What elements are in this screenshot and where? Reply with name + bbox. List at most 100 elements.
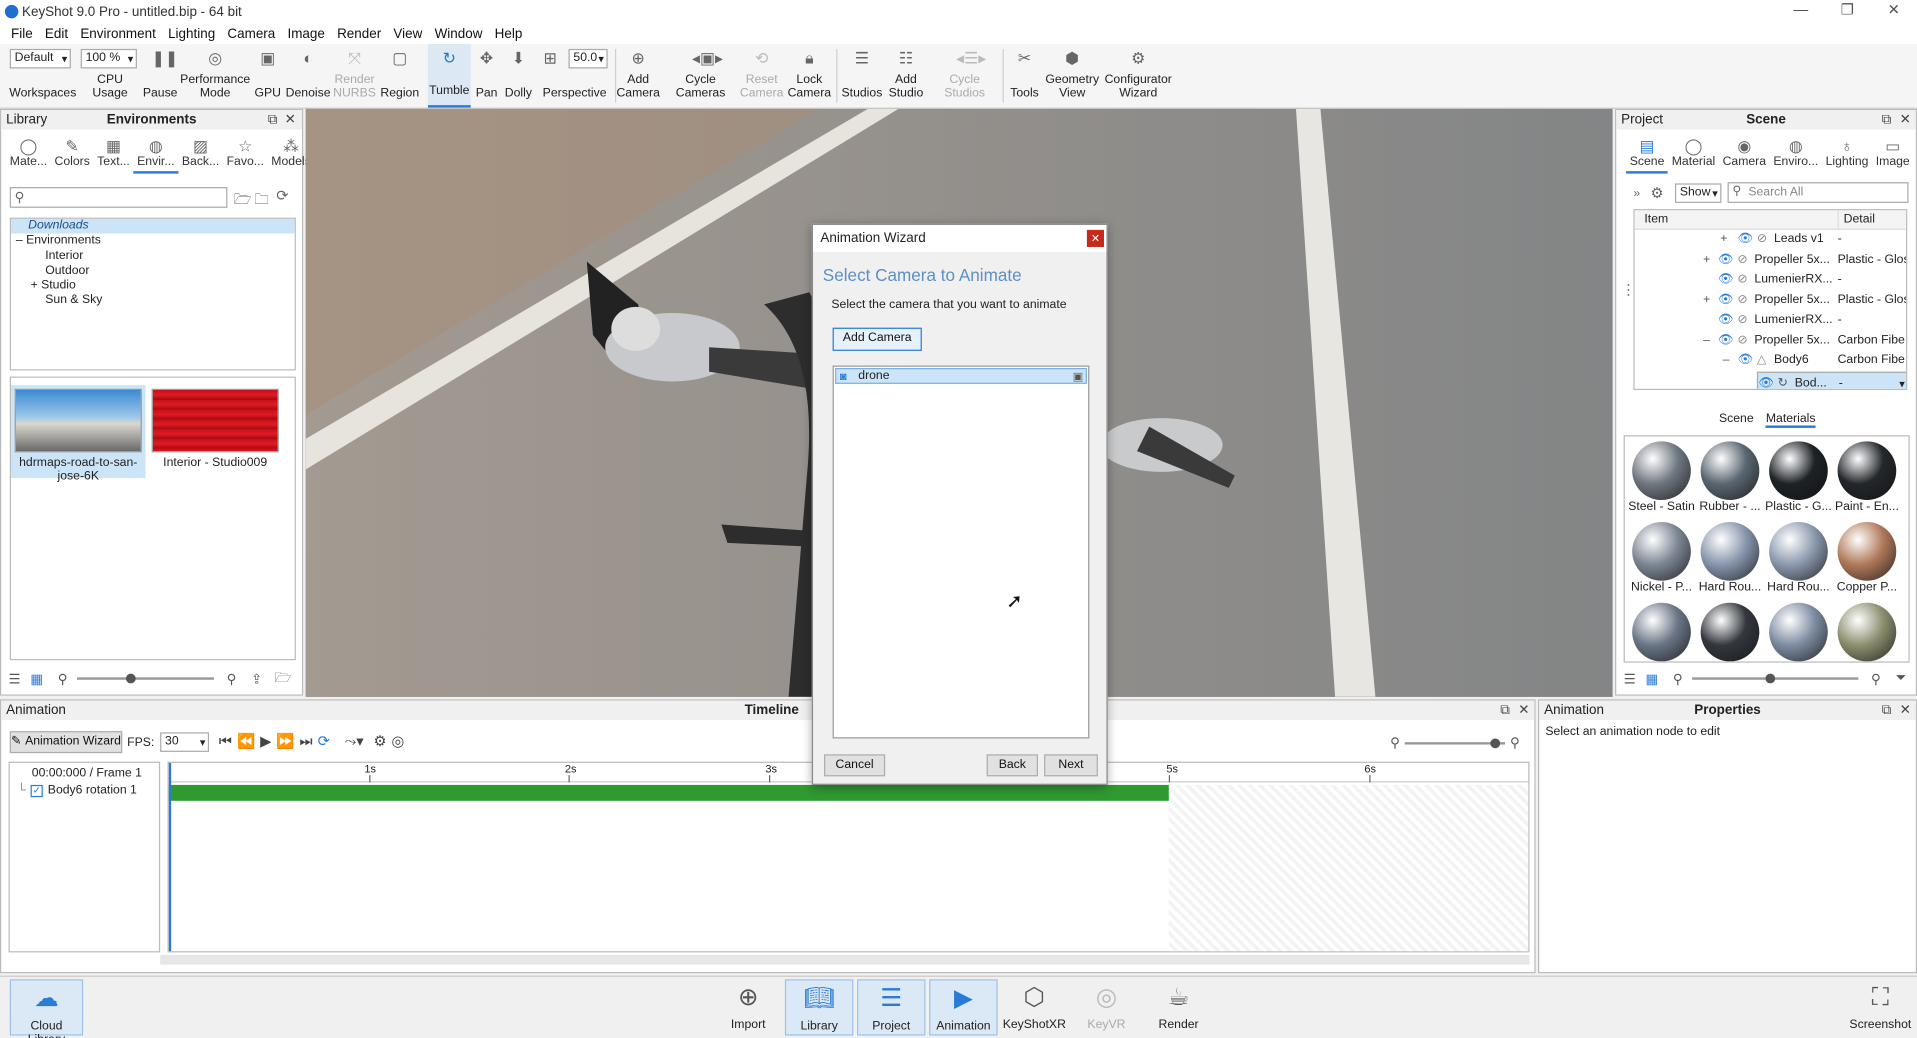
- undock-icon[interactable]: ⧉: [268, 110, 278, 130]
- render-button[interactable]: ☕︎ Render: [1144, 979, 1212, 1035]
- tab-backplates[interactable]: ▨ Back...: [178, 134, 223, 173]
- expand-icon[interactable]: »: [1633, 187, 1640, 200]
- thumbnail-size-slider[interactable]: [1692, 673, 1859, 684]
- tab-colors[interactable]: ✎ Colors: [51, 134, 94, 173]
- grid-view-icon[interactable]: ▦: [1645, 671, 1658, 687]
- zoom-in-icon[interactable]: ⚲: [227, 671, 237, 687]
- upload-icon[interactable]: ⇪: [251, 671, 262, 687]
- folder-sync-icon[interactable]: 🗁: [275, 667, 292, 690]
- geometry-view-button[interactable]: ⬢ Geometry View: [1045, 44, 1099, 108]
- material-swatch[interactable]: Nickel - P...: [1627, 522, 1695, 594]
- scene-tools-icon[interactable]: ⚙: [1651, 185, 1664, 202]
- animation-button[interactable]: ▶ Animation: [929, 979, 998, 1036]
- tab-materials[interactable]: ◯ Mate...: [6, 134, 51, 173]
- tab-scene[interactable]: ▤ Scene: [1626, 134, 1669, 174]
- tab-environment[interactable]: ◍ Enviro...: [1770, 134, 1822, 173]
- library-button[interactable]: 📖︎ Library: [784, 979, 854, 1036]
- refresh-icon[interactable]: ⟳: [276, 187, 288, 204]
- region-button[interactable]: ▢ Region: [378, 44, 422, 108]
- motion-icon[interactable]: ⤳▾: [345, 732, 364, 750]
- settings-icon[interactable]: ⚙: [373, 732, 386, 750]
- gpu-button[interactable]: ▣ GPU: [251, 44, 285, 108]
- thumbnail-size-slider[interactable]: [77, 673, 215, 684]
- undock-icon[interactable]: ⧉: [1500, 701, 1510, 721]
- timeline-scrollbar[interactable]: [160, 954, 1530, 965]
- playhead[interactable]: [168, 762, 172, 952]
- cancel-button[interactable]: Cancel: [824, 754, 886, 777]
- perspective-button[interactable]: ⊞ Perspective: [540, 44, 608, 108]
- tab-material[interactable]: ◯ Material: [1668, 134, 1719, 173]
- minimize-button[interactable]: —: [1778, 0, 1824, 23]
- open-folder-icon[interactable]: 🗁: [234, 188, 252, 214]
- material-swatch[interactable]: Steel - Satin: [1627, 441, 1695, 513]
- tree-item-outdoor[interactable]: Outdoor: [11, 264, 295, 279]
- animation-track-item[interactable]: └ ✓ Body6 rotation 1: [10, 780, 159, 797]
- scene-row[interactable]: + 👁︎ ⊘ Propeller 5x... Plastic - Glos: [1635, 250, 1906, 270]
- close-panel-icon[interactable]: ✕: [285, 110, 296, 130]
- tab-camera[interactable]: ◉ Camera: [1719, 134, 1770, 173]
- add-camera-button[interactable]: ⊕ Add Camera: [616, 44, 660, 108]
- list-view-icon[interactable]: ☰: [1624, 671, 1636, 687]
- keyvr-button[interactable]: ◎ KeyVR: [1072, 979, 1140, 1035]
- scene-row[interactable]: – 👁︎ △ Body6 Carbon Fibe: [1635, 351, 1906, 371]
- animation-wizard-button[interactable]: ✎ Animation Wizard: [9, 731, 123, 754]
- performance-mode-button[interactable]: ◎ Performance Mode: [180, 44, 250, 108]
- fps-select[interactable]: 30: [160, 732, 210, 752]
- render-nurbs-button[interactable]: ⤧ Render NURBS: [333, 44, 377, 108]
- restore-button[interactable]: ❐: [1824, 0, 1870, 23]
- tab-textures[interactable]: ▦ Text...: [94, 134, 134, 173]
- workspaces-button[interactable]: Workspaces: [5, 44, 81, 108]
- pan-button[interactable]: ✥ Pan: [472, 44, 501, 108]
- zoom-in-icon[interactable]: ⚲: [1510, 735, 1520, 751]
- play-icon[interactable]: ▶: [260, 732, 271, 750]
- reset-camera-button[interactable]: ⟲ Reset Camera: [738, 44, 784, 108]
- scene-row[interactable]: 👁︎ ⊘ LumenierRX... -: [1635, 311, 1906, 331]
- tab-lighting[interactable]: ♁ Lighting: [1822, 134, 1872, 173]
- tree-item-interior[interactable]: Interior: [11, 249, 295, 264]
- material-swatch[interactable]: Hard Rou...: [1764, 522, 1832, 594]
- menu-image[interactable]: Image: [281, 26, 331, 41]
- lock-camera-button[interactable]: 🔒︎ Lock Camera: [787, 44, 831, 108]
- material-swatch[interactable]: Paint - En...: [1833, 441, 1901, 513]
- back-button[interactable]: Back: [986, 754, 1038, 777]
- undock-icon[interactable]: ⧉: [1882, 110, 1892, 130]
- timeline-zoom-slider[interactable]: [1404, 737, 1506, 748]
- close-panel-icon[interactable]: ✕: [1900, 701, 1911, 721]
- eye-icon[interactable]: 👁︎: [1737, 351, 1753, 371]
- zoom-out-icon[interactable]: ⚲: [1390, 735, 1400, 751]
- material-swatch[interactable]: [1627, 602, 1695, 662]
- next-button[interactable]: Next: [1044, 754, 1098, 777]
- grid-view-icon[interactable]: ▦: [30, 671, 43, 687]
- thumbnail-hdrmaps-road[interactable]: hdrmaps-road-to-san-jose-6K: [11, 385, 146, 483]
- project-button[interactable]: ☰ Project: [857, 979, 926, 1036]
- eye-icon[interactable]: 👁︎: [1758, 374, 1774, 389]
- eye-icon[interactable]: 👁︎: [1718, 250, 1734, 270]
- material-swatch[interactable]: Plastic - G...: [1764, 441, 1832, 513]
- eye-icon[interactable]: 👁︎: [1737, 230, 1753, 250]
- menu-help[interactable]: Help: [489, 26, 529, 41]
- add-folder-icon[interactable]: 🗀: [254, 188, 269, 214]
- menu-view[interactable]: View: [387, 26, 428, 41]
- scene-row[interactable]: 👁︎ ⊘ LumenierRX... -: [1635, 270, 1906, 290]
- keyshotxr-button[interactable]: ⬡ KeyShotXR: [1000, 979, 1068, 1035]
- tumble-button[interactable]: ↻ Tumble: [427, 44, 471, 108]
- subtab-materials[interactable]: Materials: [1765, 412, 1816, 428]
- tree-item-environments[interactable]: – Environments: [11, 234, 295, 249]
- library-search-input[interactable]: ⚲: [9, 187, 228, 208]
- tab-environments[interactable]: ◍ Envir...: [133, 134, 179, 174]
- import-button[interactable]: ⊕ Import: [714, 979, 782, 1035]
- menu-file[interactable]: File: [5, 26, 39, 41]
- cpu-usage-button[interactable]: CPU Usage: [81, 44, 140, 108]
- step-back-icon[interactable]: ⏪: [237, 732, 255, 750]
- animation-track-bar[interactable]: [168, 784, 1169, 801]
- tab-image[interactable]: ▭ Image: [1872, 134, 1913, 173]
- zoom-out-icon[interactable]: ⚲: [58, 671, 68, 687]
- camera-list-item-drone[interactable]: ◙ drone ▣: [835, 368, 1087, 384]
- menu-window[interactable]: Window: [428, 26, 488, 41]
- material-swatch[interactable]: Rubber - ...: [1696, 441, 1764, 513]
- last-frame-icon[interactable]: ⏭: [299, 732, 312, 750]
- studios-button[interactable]: ☰ Studios: [839, 44, 885, 108]
- tree-item-sun-sky[interactable]: Sun & Sky: [11, 294, 295, 309]
- tree-item-studio[interactable]: + Studio: [11, 279, 295, 294]
- zoom-in-icon[interactable]: ⚲: [1871, 671, 1881, 687]
